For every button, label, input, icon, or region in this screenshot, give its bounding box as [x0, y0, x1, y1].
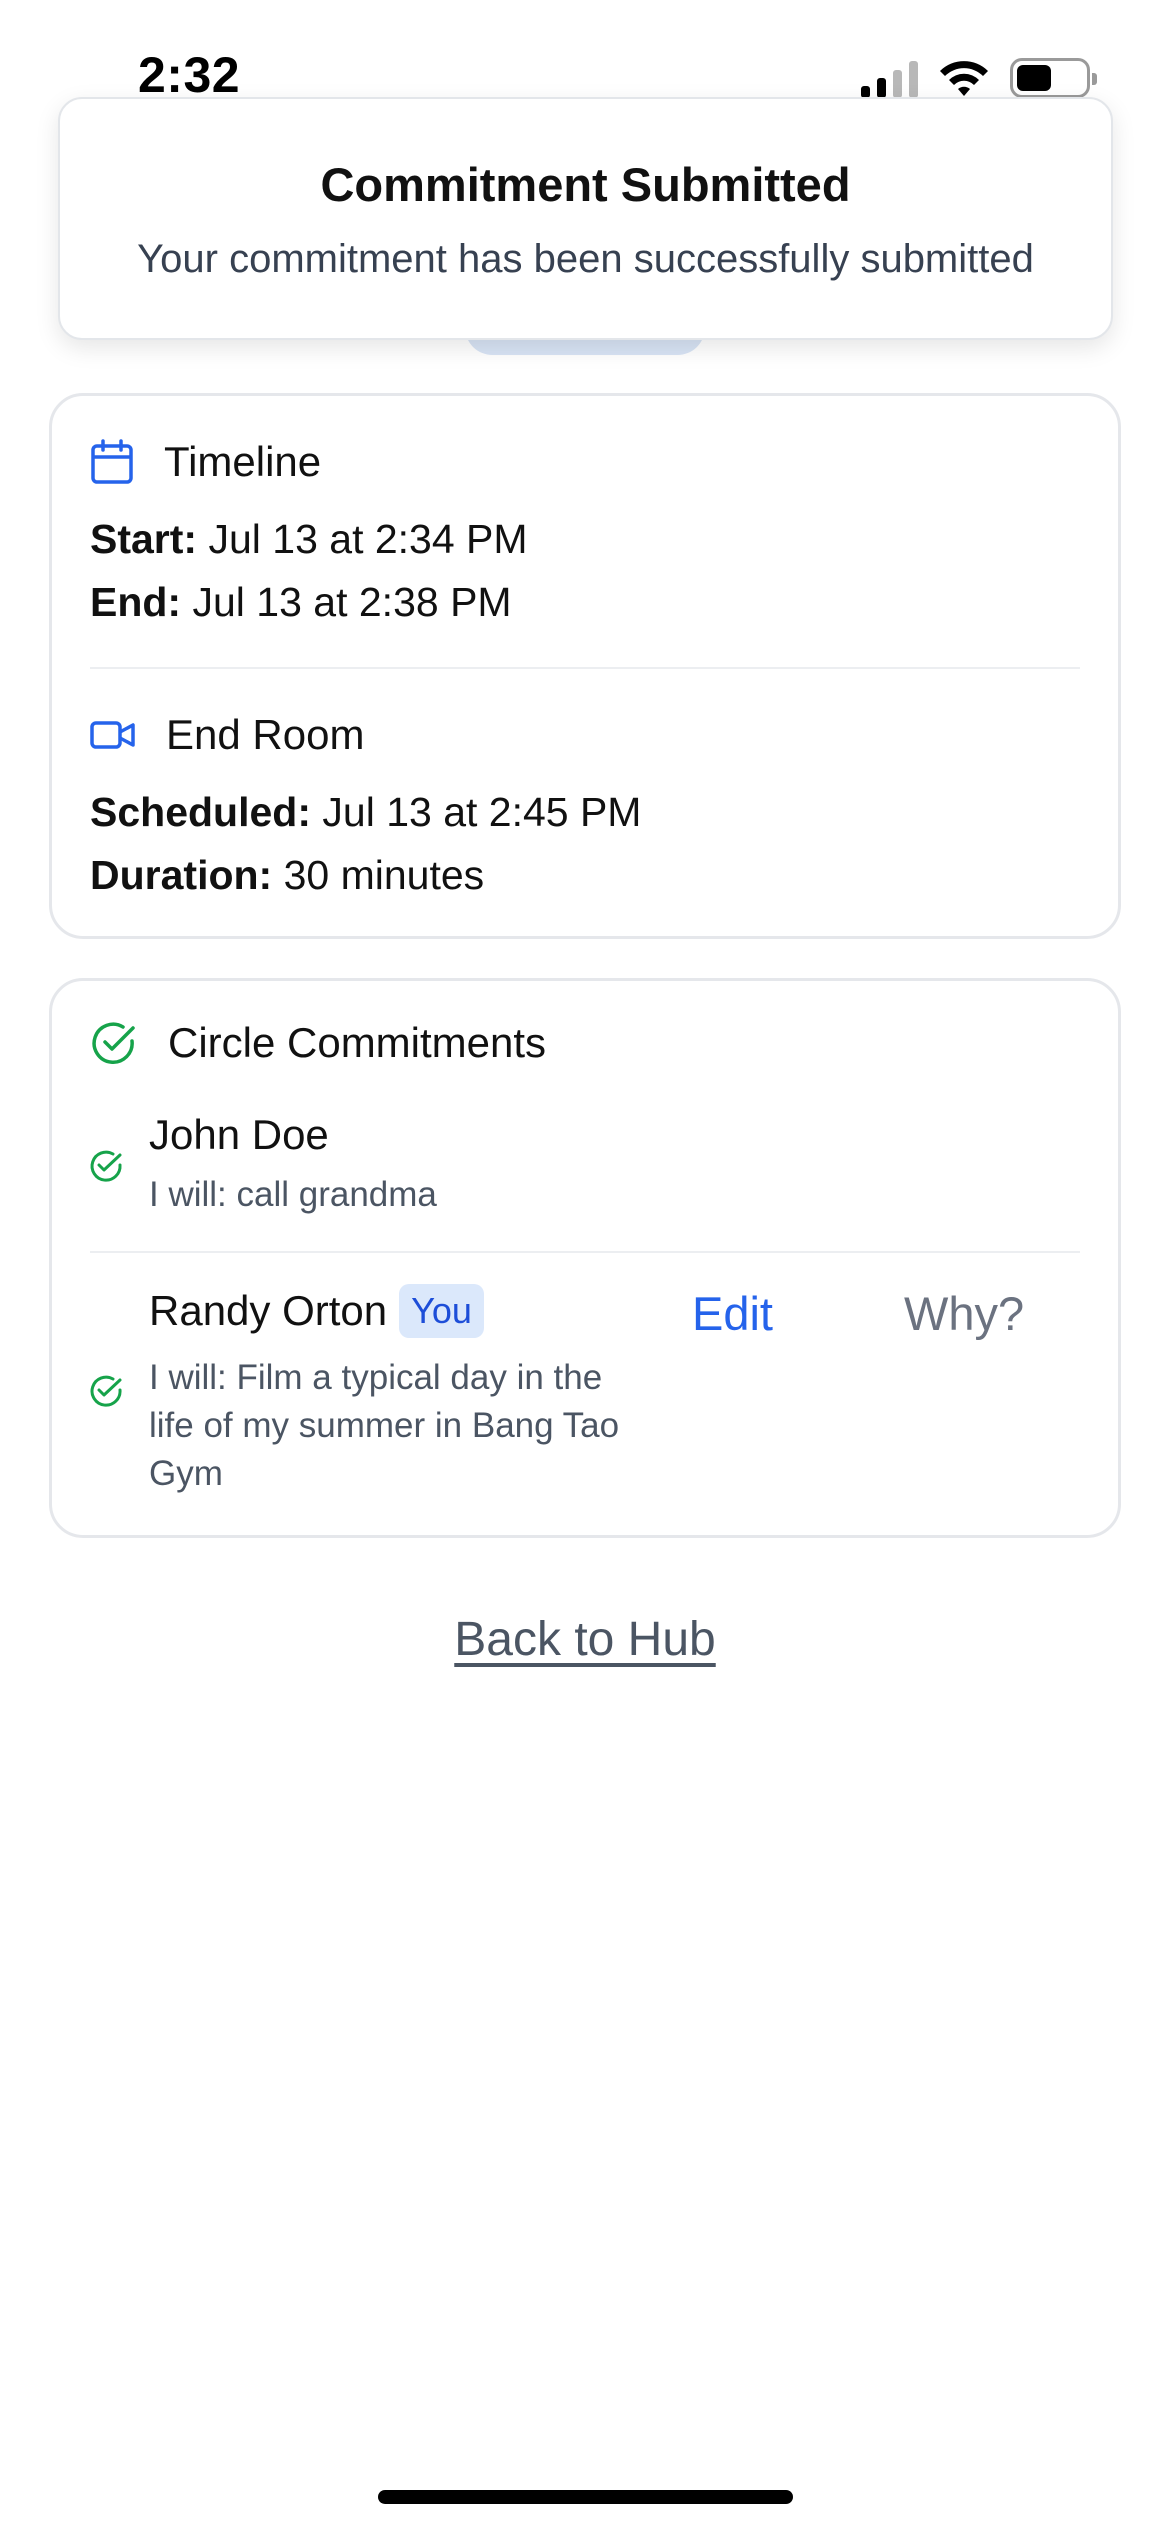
timeline-end: End: Jul 13 at 2:38 PM — [90, 579, 512, 626]
member-name-text: John Doe — [149, 1111, 329, 1158]
member-name: Randy Orton You — [149, 1284, 484, 1338]
commitment-line: life of my summer in Bang Tao — [149, 1406, 620, 1445]
end-room-scheduled: Scheduled: Jul 13 at 2:45 PM — [90, 789, 641, 836]
start-value: Jul 13 at 2:34 PM — [208, 516, 528, 562]
end-room-header: End Room — [90, 711, 364, 759]
status-icons — [861, 55, 1097, 101]
timeline-card: Timeline Start: Jul 13 at 2:34 PM End: J… — [49, 393, 1121, 939]
home-indicator[interactable] — [378, 2490, 793, 2504]
divider — [90, 667, 1080, 669]
duration-value: 30 minutes — [283, 852, 485, 898]
back-to-hub-container: Back to Hub — [0, 1612, 1170, 1667]
cellular-signal-icon — [861, 58, 918, 98]
check-circle-icon — [90, 1375, 122, 1407]
wifi-icon — [940, 61, 988, 96]
you-badge: You — [399, 1284, 484, 1338]
end-label: End: — [90, 579, 182, 625]
timeline-header: Timeline — [90, 438, 321, 486]
end-room-title: End Room — [166, 711, 365, 758]
check-circle-icon — [90, 1150, 122, 1182]
member-commitment: I will: Film a typical day in the life o… — [149, 1354, 619, 1498]
end-room-duration: Duration: 30 minutes — [90, 852, 484, 899]
member-name-text: Randy Orton — [149, 1287, 388, 1334]
timeline-title: Timeline — [164, 438, 322, 485]
toast-title: Commitment Submitted — [320, 158, 851, 211]
member-commitment: I will: call grandma — [149, 1175, 437, 1214]
commitment-line: Gym — [149, 1454, 223, 1493]
end-value: Jul 13 at 2:38 PM — [192, 579, 512, 625]
toast-message: Your commitment has been successfully su… — [137, 237, 1034, 281]
calendar-icon — [91, 439, 133, 484]
toast-notification[interactable]: Commitment Submitted Your commitment has… — [58, 97, 1113, 340]
start-label: Start: — [90, 516, 198, 562]
divider — [90, 1251, 1080, 1253]
member-name: John Doe — [149, 1111, 329, 1159]
check-circle-icon — [92, 1022, 135, 1064]
duration-label: Duration: — [90, 852, 273, 898]
commitment-line: I will: Film a typical day in the — [149, 1358, 603, 1397]
circle-commitments-card: Circle Commitments John Doe I will: call… — [49, 978, 1121, 1538]
back-to-hub-link[interactable]: Back to Hub — [454, 1613, 715, 1666]
status-time: 2:32 — [138, 47, 241, 103]
video-camera-icon — [90, 721, 135, 749]
scheduled-label: Scheduled: — [90, 789, 311, 835]
circle-header: Circle Commitments — [90, 1019, 546, 1067]
circle-title: Circle Commitments — [168, 1019, 547, 1066]
timeline-start: Start: Jul 13 at 2:34 PM — [90, 516, 528, 563]
scheduled-value: Jul 13 at 2:45 PM — [322, 789, 642, 835]
why-button[interactable]: Why? — [904, 1286, 1024, 1341]
screen: 2:32 Commitment Submitted Your commitmen… — [0, 0, 1170, 2532]
edit-button[interactable]: Edit — [692, 1286, 773, 1341]
battery-icon — [1010, 58, 1097, 98]
